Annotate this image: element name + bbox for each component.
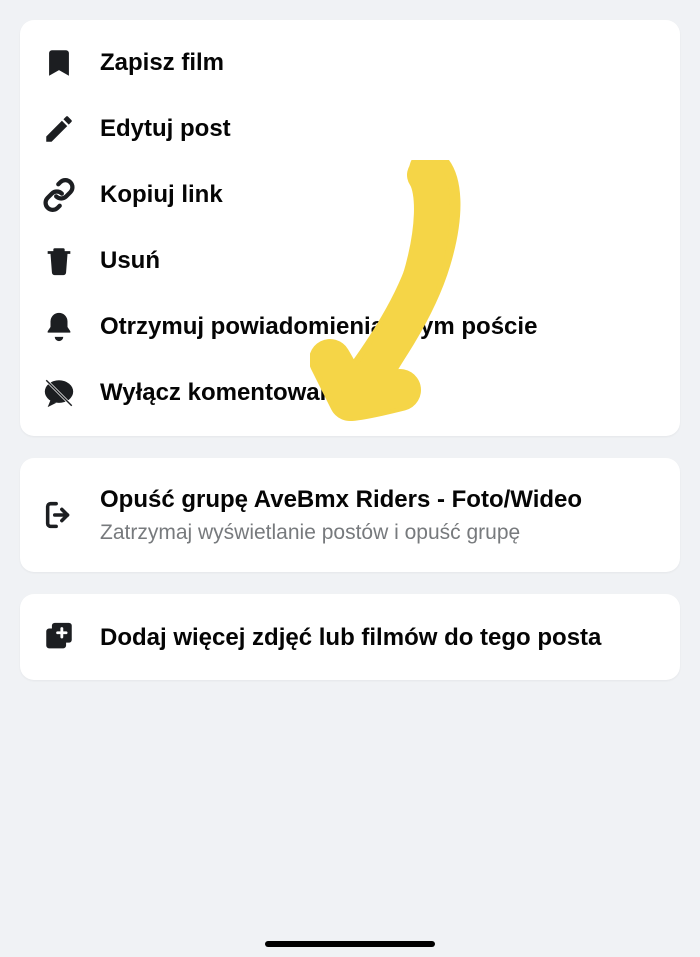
menu-item-label: Usuń [100, 245, 658, 276]
menu-item-text: Opuść grupę AveBmx Riders - Foto/Wideo Z… [84, 484, 658, 546]
menu-group-3: Dodaj więcej zdjęć lub filmów do tego po… [20, 594, 680, 680]
add-media-icon [42, 620, 84, 654]
menu-item-text: Zapisz film [84, 47, 658, 78]
menu-item-label: Opuść grupę AveBmx Riders - Foto/Wideo [100, 484, 658, 515]
menu-item-edit-post[interactable]: Edytuj post [20, 96, 680, 162]
comment-off-icon [42, 376, 84, 410]
menu-item-text: Dodaj więcej zdjęć lub filmów do tego po… [84, 622, 658, 653]
link-icon [42, 178, 84, 212]
menu-item-delete[interactable]: Usuń [20, 228, 680, 294]
menu-item-text: Usuń [84, 245, 658, 276]
menu-group-1: Zapisz film Edytuj post Kopiuj link Usuń [20, 20, 680, 436]
menu-item-save-video[interactable]: Zapisz film [20, 30, 680, 96]
menu-item-label: Kopiuj link [100, 179, 658, 210]
menu-item-sublabel: Zatrzymaj wyświetlanie postów i opuść gr… [100, 519, 658, 546]
menu-item-label: Dodaj więcej zdjęć lub filmów do tego po… [100, 622, 658, 653]
menu-item-leave-group[interactable]: Opuść grupę AveBmx Riders - Foto/Wideo Z… [20, 468, 680, 562]
menu-item-text: Wyłącz komentowanie [84, 377, 658, 408]
leave-icon [42, 498, 84, 532]
menu-item-notifications[interactable]: Otrzymuj powiadomienia o tym poście [20, 294, 680, 360]
bookmark-icon [42, 46, 84, 80]
menu-item-copy-link[interactable]: Kopiuj link [20, 162, 680, 228]
trash-icon [42, 244, 84, 278]
menu-group-2: Opuść grupę AveBmx Riders - Foto/Wideo Z… [20, 458, 680, 572]
menu-item-text: Otrzymuj powiadomienia o tym poście [84, 311, 658, 342]
menu-item-label: Wyłącz komentowanie [100, 377, 658, 408]
menu-item-disable-comments[interactable]: Wyłącz komentowanie [20, 360, 680, 426]
menu-item-label: Zapisz film [100, 47, 658, 78]
menu-item-text: Edytuj post [84, 113, 658, 144]
menu-item-add-media[interactable]: Dodaj więcej zdjęć lub filmów do tego po… [20, 604, 680, 670]
pencil-icon [42, 112, 84, 146]
menu-item-label: Edytuj post [100, 113, 658, 144]
bell-icon [42, 310, 84, 344]
menu-item-label: Otrzymuj powiadomienia o tym poście [100, 311, 658, 342]
menu-item-text: Kopiuj link [84, 179, 658, 210]
home-indicator[interactable] [265, 941, 435, 947]
